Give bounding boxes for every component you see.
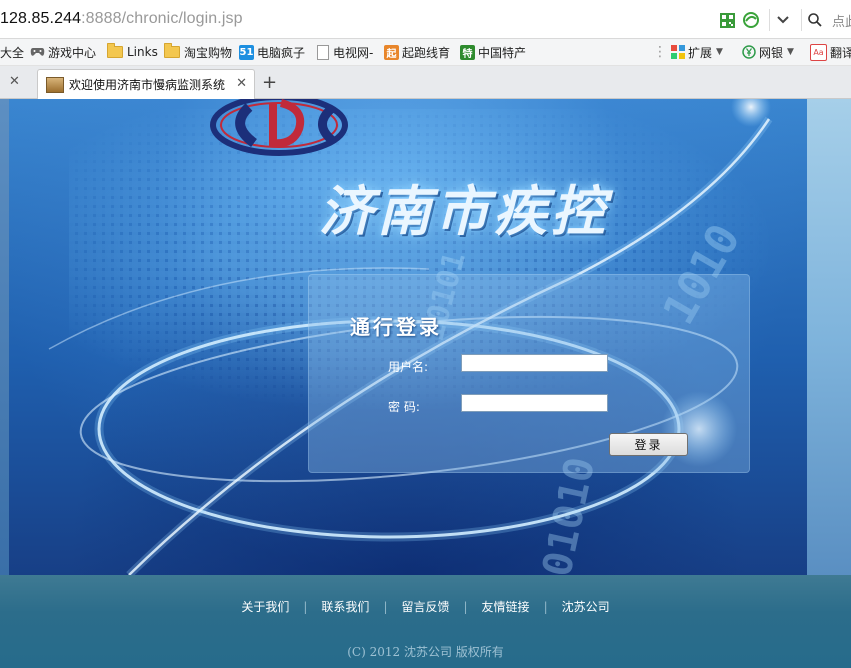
bookmark-item[interactable]: 电视网- (317, 43, 373, 61)
address-bar-tools: 点此 (719, 9, 851, 31)
address-bar: 128.85.244:8888/chronic/login.jsp 点此 (0, 0, 851, 39)
page-side-gradient (0, 99, 9, 575)
online-bank-menu[interactable]: 网银 ▼ (741, 43, 794, 61)
qr-code-icon[interactable] (719, 12, 736, 29)
browser-mode-icon[interactable] (742, 12, 759, 29)
search-icon[interactable] (806, 12, 823, 29)
close-icon[interactable]: ✕ (236, 76, 247, 91)
favicon-icon (46, 76, 64, 93)
gamepad-icon (30, 45, 45, 60)
online-bank-label: 网银 (759, 45, 784, 60)
bookmark-label: 游戏中心 (48, 45, 97, 60)
extensions-menu[interactable]: 扩展 ▼ (670, 43, 723, 61)
web-page: 1010 01010 10101 济南市疾控 通行登录 用户名: 密 码: 登录… (0, 99, 851, 668)
username-input[interactable] (461, 354, 608, 372)
chevron-down-icon[interactable] (774, 12, 791, 29)
login-button[interactable]: 登录 (609, 433, 688, 456)
site-title: 济南市疾控 (319, 179, 609, 243)
url-host: 128.85.244 (0, 10, 82, 27)
footer-link-about[interactable]: 关于我们 (241, 598, 289, 615)
footer-link-contact[interactable]: 联系我们 (321, 598, 369, 615)
bookmark-label: Links (127, 45, 158, 59)
bookmark-label: 中国特产 (478, 45, 527, 60)
bookmark-label: 电视网- (333, 45, 374, 60)
password-input[interactable] (461, 394, 608, 412)
more-dots: ⋮ (653, 43, 667, 61)
new-tab-button[interactable]: + (262, 72, 277, 93)
extensions-label: 扩展 (688, 45, 713, 60)
drag-handle-icon: ⋮ (653, 44, 667, 60)
url-field[interactable]: 128.85.244:8888/chronic/login.jsp (0, 10, 243, 28)
bookmark-label: 淘宝购物 (184, 45, 233, 60)
page-icon (317, 44, 329, 60)
chevron-down-icon: ▼ (716, 47, 723, 57)
cdc-logo (210, 99, 348, 156)
badge-51-icon: 51 (239, 44, 254, 60)
yen-coin-icon (741, 45, 756, 60)
folder-icon (164, 43, 180, 58)
tab-strip: ✕ 欢迎使用济南市慢病监测系统 ✕ + (0, 66, 851, 99)
badge-qi-icon: 起 (384, 44, 399, 60)
bookmark-item[interactable]: 游戏中心 (30, 43, 96, 61)
divider: | (303, 599, 308, 614)
bookmark-item[interactable]: 起 起跑线育 (384, 43, 450, 61)
password-label: 密 码: (388, 400, 420, 414)
url-path: :8888/chronic/login.jsp (81, 10, 243, 27)
tab-title: 欢迎使用济南市慢病监测系统 (69, 78, 226, 92)
bookmark-label: 大全 (0, 45, 25, 60)
bookmark-label: 电脑疯子 (257, 45, 306, 60)
bookmarks-bar: 大全 游戏中心 Links 淘宝购物 51 电脑疯子 电视网- 起 起跑线育 特… (0, 39, 851, 66)
translate-icon: Aa (810, 43, 827, 61)
divider (801, 9, 802, 31)
badge-te-icon: 特 (460, 44, 475, 60)
copyright-text: (C) 2012 沈苏公司 版权所有 (347, 645, 504, 659)
header-banner: 1010 01010 10101 济南市疾控 通行登录 用户名: 密 码: 登录 (9, 99, 807, 575)
footer-link-friends[interactable]: 友情链接 (482, 598, 530, 615)
translate-label: 翻译 (830, 45, 851, 60)
divider: | (463, 599, 468, 614)
footer-link-feedback[interactable]: 留言反馈 (401, 598, 449, 615)
bookmark-item[interactable]: 51 电脑疯子 (239, 43, 305, 61)
footer-links: 关于我们 | 联系我们 | 留言反馈 | 友情链接 | 沈苏公司 (0, 598, 851, 615)
translate-button[interactable]: Aa 翻译 (810, 43, 851, 61)
grid-apps-icon (670, 45, 685, 60)
folder-icon (107, 43, 123, 58)
username-label: 用户名: (388, 360, 429, 374)
tab-active[interactable]: 欢迎使用济南市慢病监测系统 ✕ (37, 69, 255, 99)
divider: | (383, 599, 388, 614)
close-icon[interactable]: ✕ (9, 74, 20, 89)
search-input[interactable]: 点此 (832, 11, 851, 30)
page-side-gradient (807, 99, 851, 575)
login-heading: 通行登录 (350, 315, 442, 339)
bookmark-label: 起跑线育 (402, 45, 451, 60)
page-footer: 关于我们 | 联系我们 | 留言反馈 | 友情链接 | 沈苏公司 (C) 201… (0, 575, 851, 668)
login-form: 通行登录 用户名: 密 码: 登录 (308, 274, 750, 473)
bookmark-item[interactable]: 特 中国特产 (460, 43, 526, 61)
bookmark-item[interactable]: 淘宝购物 (164, 43, 232, 61)
divider: | (543, 599, 548, 614)
divider (769, 9, 770, 31)
footer-link-company[interactable]: 沈苏公司 (562, 598, 610, 615)
bookmark-item[interactable]: Links (107, 43, 158, 61)
chevron-down-icon: ▼ (787, 47, 794, 57)
bookmark-item[interactable]: 大全 (0, 43, 24, 61)
